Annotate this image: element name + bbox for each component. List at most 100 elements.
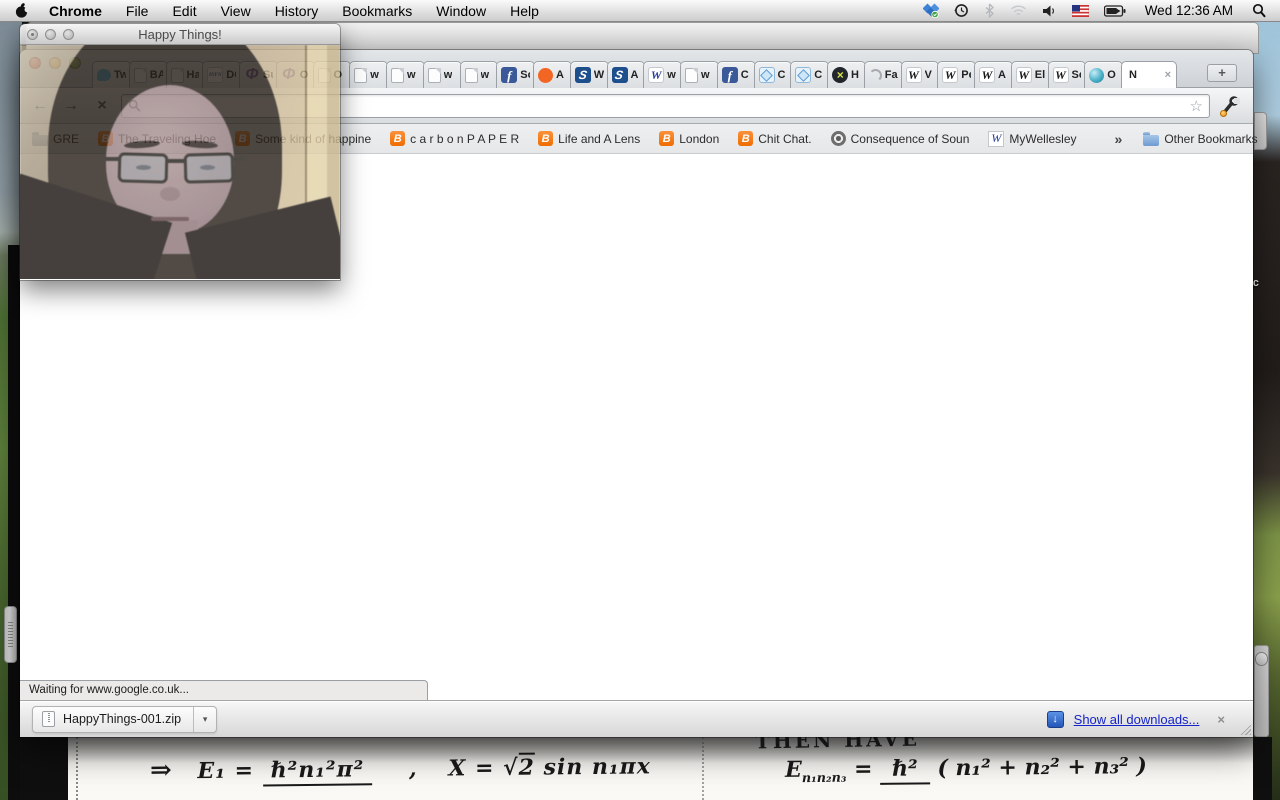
- tab[interactable]: El ×: [1010, 61, 1050, 88]
- bookmark-item[interactable]: London: [659, 131, 719, 146]
- tab-label: w: [480, 69, 490, 81]
- menu-item[interactable]: Bookmarks: [342, 3, 412, 19]
- tab-label: C: [814, 69, 823, 81]
- background-scrollbar[interactable]: [1254, 645, 1269, 737]
- tab[interactable]: A ×: [606, 61, 646, 88]
- blogger-icon: [738, 131, 754, 146]
- tab-label: w: [370, 69, 379, 81]
- tab[interactable]: H ×: [827, 61, 866, 88]
- active-app-menu[interactable]: Chrome: [49, 3, 102, 19]
- tab[interactable]: w ×: [422, 61, 462, 88]
- download-item[interactable]: HappyThings-001.zip ▾: [32, 705, 218, 733]
- volume-icon[interactable]: [1042, 4, 1057, 18]
- menu-item[interactable]: File: [126, 3, 149, 19]
- notes-dark-margin-left: [20, 737, 68, 800]
- tab-label: C: [740, 69, 749, 81]
- webcam-preview: [20, 45, 340, 279]
- us-flag-icon[interactable]: [1071, 4, 1089, 17]
- time-machine-icon[interactable]: [953, 3, 969, 18]
- tab[interactable]: O ×: [1084, 61, 1123, 88]
- menu-item[interactable]: View: [221, 3, 251, 19]
- tab[interactable]: C ×: [716, 61, 756, 88]
- tab[interactable]: A ×: [974, 61, 1013, 88]
- eq-wavefunction: X =: [448, 755, 495, 782]
- arc-icon: [868, 68, 882, 82]
- tab[interactable]: A ×: [533, 61, 572, 88]
- tab-label: O: [1107, 69, 1116, 81]
- webcam-glasses-lens: [117, 152, 169, 184]
- bookmark-item[interactable]: MyWellesley: [988, 130, 1077, 147]
- wifi-icon[interactable]: [1010, 4, 1027, 17]
- tab[interactable]: w ×: [349, 61, 388, 88]
- webcam-glasses-bridge: [166, 159, 186, 163]
- wiki-icon: [1015, 67, 1032, 83]
- notes-heading: THEN HAVE: [754, 737, 921, 754]
- battery-icon[interactable]: [1103, 4, 1126, 17]
- notes-ruled-line: [702, 737, 704, 800]
- tab-label: A: [630, 69, 639, 81]
- overlay-window-title: Happy Things!: [138, 26, 222, 42]
- menu-bar-clock[interactable]: Wed 12:36 AM: [1145, 3, 1233, 18]
- bookmark-star-icon[interactable]: ☆: [1190, 97, 1203, 115]
- new-tab-button[interactable]: +: [1207, 64, 1237, 82]
- menu-item[interactable]: History: [275, 3, 319, 19]
- tab[interactable]: So ×: [496, 61, 535, 88]
- apple-menu[interactable]: [14, 2, 29, 19]
- spotlight-icon[interactable]: [1252, 3, 1266, 18]
- tab[interactable]: w ×: [643, 61, 682, 88]
- wiki-icon: [942, 67, 959, 83]
- dropbox-icon[interactable]: [922, 3, 939, 18]
- tab[interactable]: Sc ×: [1047, 61, 1087, 88]
- tab[interactable]: w ×: [459, 61, 499, 88]
- update-badge: [1220, 109, 1227, 117]
- happy-things-window[interactable]: Happy Things!: [20, 24, 340, 280]
- tab[interactable]: W ×: [569, 61, 609, 88]
- menu-item[interactable]: Window: [436, 3, 486, 19]
- tab-close-icon[interactable]: ×: [1164, 69, 1172, 81]
- page-icon: [464, 67, 478, 83]
- wrench-menu-button[interactable]: [1217, 94, 1245, 118]
- globe-icon: [1089, 67, 1105, 83]
- bookmark-label: c a r b o n P A P E R: [410, 131, 520, 146]
- target-icon: [830, 131, 846, 146]
- blogger-icon: [659, 131, 675, 146]
- bookmark-item[interactable]: Life and A Lens: [538, 131, 640, 146]
- tab[interactable]: w ×: [680, 61, 719, 88]
- tab-label: w: [701, 69, 710, 81]
- downloads-close-icon[interactable]: ×: [1217, 712, 1225, 727]
- overlay-titlebar[interactable]: Happy Things!: [20, 24, 340, 45]
- bookmark-item[interactable]: Consequence of Soun: [830, 131, 969, 146]
- background-scrollbar-grip[interactable]: [4, 606, 17, 663]
- tab[interactable]: N ×: [1121, 61, 1177, 88]
- bookmark-label: London: [679, 131, 720, 146]
- tab-label: Sc: [1071, 69, 1082, 81]
- download-dropdown-icon[interactable]: ▾: [194, 714, 216, 725]
- s-blue-icon: [574, 67, 591, 83]
- menu-item[interactable]: Edit: [172, 3, 196, 19]
- downloads-shelf: HappyThings-001.zip ▾ ↓ Show all downloa…: [20, 700, 1253, 737]
- bookmark-label: Life and A Lens: [558, 131, 641, 146]
- tab-label: N: [1129, 69, 1137, 81]
- s-blue-icon: [611, 67, 628, 83]
- tab[interactable]: C ×: [753, 61, 793, 88]
- tab[interactable]: w ×: [386, 61, 425, 88]
- tab-label: A: [998, 69, 1006, 81]
- scrollbar-thumb[interactable]: [1255, 652, 1268, 666]
- show-all-downloads-link[interactable]: Show all downloads...: [1074, 712, 1200, 727]
- cube-icon: [758, 67, 775, 83]
- other-bookmarks-folder[interactable]: Other Bookmarks: [1143, 131, 1258, 146]
- tab-label: H: [851, 69, 859, 81]
- zip-file-icon: [42, 711, 55, 727]
- cube-icon: [795, 67, 812, 83]
- tab[interactable]: C ×: [790, 61, 829, 88]
- bookmark-label: Chit Chat.: [758, 131, 812, 146]
- bookmark-item[interactable]: c a r b o n P A P E R: [390, 131, 519, 146]
- facebook-icon: [501, 67, 518, 83]
- bookmark-item[interactable]: Chit Chat.: [738, 131, 812, 146]
- menu-item[interactable]: Help: [510, 3, 539, 19]
- tab[interactable]: Pe ×: [937, 61, 976, 88]
- tab[interactable]: V ×: [900, 61, 940, 88]
- tab[interactable]: Fa ×: [863, 61, 903, 88]
- bookmarks-overflow-chevron[interactable]: »: [1115, 131, 1123, 147]
- bluetooth-icon[interactable]: [984, 3, 995, 18]
